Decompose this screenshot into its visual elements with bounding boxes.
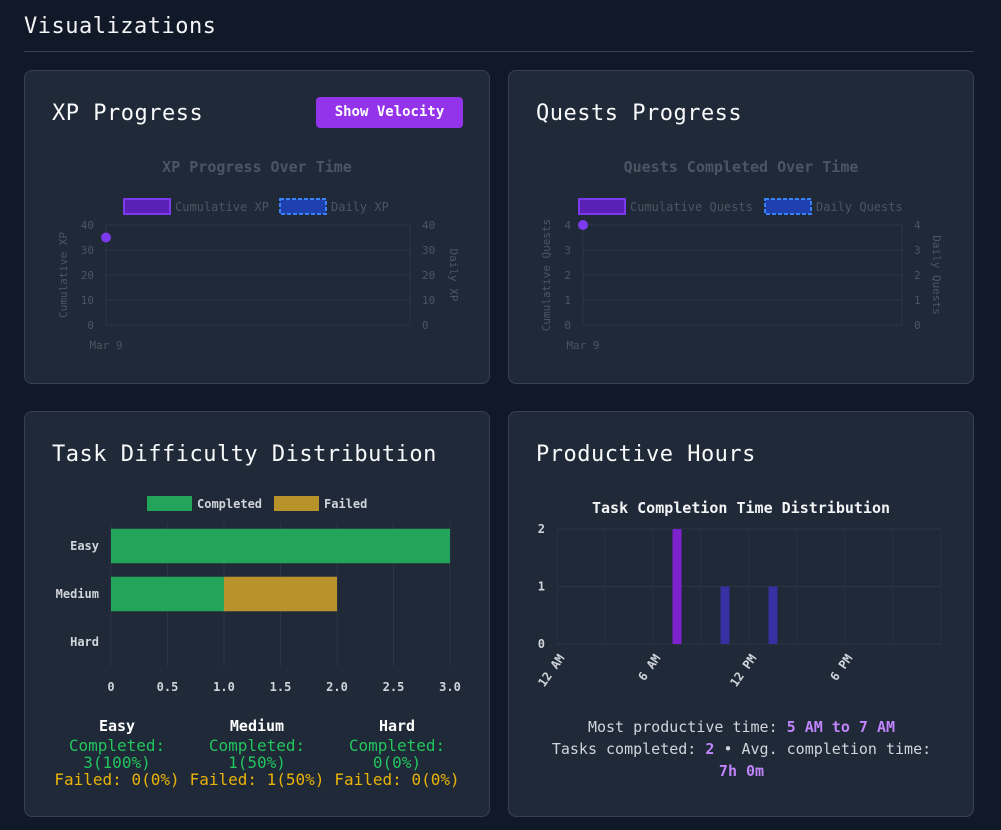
hours-x-tick-label: 12 AM	[535, 652, 567, 690]
difficulty-bar-completed	[111, 576, 224, 612]
easy-failed: Failed: 0(0%)	[54, 770, 180, 789]
difficulty-card: Task Difficulty Distribution Completed F…	[24, 411, 490, 817]
hard-stats-heading: Hard	[378, 717, 416, 735]
difficulty-category-label: Hard	[70, 635, 99, 649]
medium-completed-value: 1(50%)	[228, 753, 286, 772]
xp-progress-card: XP Progress Show Velocity XP Progress Ov…	[24, 70, 490, 384]
legend-swatch-cumulative-quests	[578, 198, 626, 215]
tasks-completed-label: Tasks completed:	[551, 740, 697, 758]
difficulty-x-tick-label: 3.0	[439, 680, 461, 694]
quests-y-tick-label: 1	[564, 294, 571, 307]
hard-stats: Hard Completed: 0(0%) Failed: 0(0%)	[327, 717, 467, 788]
hours-y-tick-label: 0	[538, 637, 545, 651]
difficulty-x-tick-label: 2.5	[383, 680, 405, 694]
avg-completion-value: 7h 0m	[718, 762, 765, 780]
legend-label-cumulative-xp: Cumulative XP	[175, 200, 269, 214]
quests-y-axis-title: Cumulative Quests	[540, 219, 553, 332]
quests-y2-axis-title: Daily Quests	[930, 235, 943, 314]
legend-swatch-daily-quests	[764, 198, 812, 215]
xp-chart-title: XP Progress Over Time	[162, 158, 352, 176]
xp-y-axis-title: Cumulative XP	[57, 232, 70, 318]
difficulty-x-tick-label: 1.0	[213, 680, 235, 694]
xp-chart: XP Progress Over Time Cumulative XP Dail…	[57, 158, 460, 352]
legend-swatch-completed	[147, 496, 192, 511]
avg-completion-label: • Avg. completion time:	[723, 740, 932, 758]
quests-progress-card: Quests Progress Quests Completed Over Ti…	[508, 70, 974, 384]
hours-bar	[768, 586, 778, 644]
easy-stats-heading: Easy	[98, 717, 136, 735]
quests-y-tick-label: 3	[564, 244, 571, 257]
hard-failed: Failed: 0(0%)	[334, 770, 460, 789]
medium-failed: Failed: 1(50%)	[189, 770, 325, 789]
medium-stats-heading: Medium	[229, 717, 285, 735]
quests-y2-tick-label: 4	[914, 219, 921, 232]
xp-y-tick-label: 10	[81, 294, 94, 307]
tasks-completed-count: 2	[705, 740, 715, 758]
xp-y-tick-label: 30	[81, 244, 94, 257]
legend-label-daily-xp: Daily XP	[331, 200, 389, 214]
difficulty-x-tick-label: 0	[107, 680, 114, 694]
legend-swatch-cumulative-xp	[123, 198, 171, 215]
quests-y-tick-label: 4	[564, 219, 571, 232]
hours-y-tick-label: 1	[538, 580, 545, 594]
hard-completed: Completed: 0(0%)	[348, 736, 446, 772]
quests-chart-title: Quests Completed Over Time	[624, 158, 859, 176]
most-productive-label: Most productive time:	[587, 718, 778, 736]
easy-stats: Easy Completed: 3(100%) Failed: 0(0%)	[47, 717, 187, 788]
legend-swatch-daily-xp	[279, 198, 327, 215]
hours-x-tick-label: 6 PM	[827, 652, 855, 684]
quests-chart: Quests Completed Over Time Cumulative Qu…	[540, 158, 943, 352]
legend-label-completed: Completed	[197, 497, 262, 511]
quests-y-tick-label: 0	[564, 319, 571, 332]
quests-y2-tick-label: 2	[914, 269, 921, 282]
difficulty-bar-completed	[111, 528, 450, 564]
difficulty-category-label: Medium	[56, 587, 99, 601]
xp-y2-tick-label: 10	[422, 294, 435, 307]
hours-bar	[672, 529, 682, 644]
difficulty-x-tick-label: 0.5	[157, 680, 179, 694]
difficulty-x-tick-label: 1.5	[270, 680, 292, 694]
medium-completed-label: Completed:	[208, 736, 306, 755]
easy-completed-value: 3(100%)	[83, 753, 151, 772]
avg-completion-line: 7h 0m	[509, 760, 974, 782]
quests-y2-tick-label: 3	[914, 244, 921, 257]
xp-y2-tick-label: 0	[422, 319, 429, 332]
quests-data-point	[578, 220, 588, 230]
medium-stats: Medium Completed: 1(50%) Failed: 1(50%)	[187, 717, 327, 788]
difficulty-bar-failed	[224, 576, 337, 612]
xp-y2-axis-title: Daily XP	[447, 249, 460, 302]
difficulty-chart: Completed Failed 0 0.5 1.0 1.5 2.0 2.5 3.0 Easy…	[56, 496, 461, 694]
xp-y-tick-label: 20	[81, 269, 94, 282]
xp-data-point	[101, 232, 111, 243]
xp-y2-tick-label: 40	[422, 219, 435, 232]
xp-x-tick-label: Mar 9	[89, 339, 122, 352]
legend-swatch-failed	[274, 496, 319, 511]
xp-y2-tick-label: 20	[422, 269, 435, 282]
quests-y2-tick-label: 1	[914, 294, 921, 307]
easy-completed-label: Completed:	[68, 736, 166, 755]
most-productive-value: 5 AM to 7 AM	[786, 718, 896, 736]
quests-y2-tick-label: 0	[914, 319, 921, 332]
difficulty-category-label: Easy	[70, 539, 99, 553]
xp-y2-tick-label: 30	[422, 244, 435, 257]
difficulty-x-tick-label: 2.0	[326, 680, 348, 694]
quests-y-tick-label: 2	[564, 269, 571, 282]
hours-x-tick-label: 12 PM	[727, 652, 759, 690]
hours-chart-title: Task Completion Time Distribution	[592, 499, 890, 517]
legend-label-cumulative-quests: Cumulative Quests	[630, 200, 753, 214]
productive-hours-card: Productive Hours Task Completion Time Di…	[508, 411, 974, 817]
hours-bar	[720, 586, 730, 644]
legend-label-daily-quests: Daily Quests	[816, 200, 903, 214]
page-header: Visualizations	[24, 14, 974, 52]
quests-x-tick-label: Mar 9	[566, 339, 599, 352]
hours-chart: Task Completion Time Distribution 21012 …	[535, 499, 942, 690]
xp-y-tick-label: 0	[87, 319, 94, 332]
most-productive-line: Most productive time: 5 AM to 7 AM	[509, 716, 974, 738]
legend-label-failed: Failed	[324, 497, 367, 511]
xp-y-tick-label: 40	[81, 219, 94, 232]
hours-y-tick-label: 2	[538, 522, 545, 536]
tasks-completed-line: Tasks completed: 2 • Avg. completion tim…	[509, 738, 974, 760]
hours-x-tick-label: 6 AM	[635, 652, 663, 684]
page-title: Visualizations	[24, 14, 217, 39]
